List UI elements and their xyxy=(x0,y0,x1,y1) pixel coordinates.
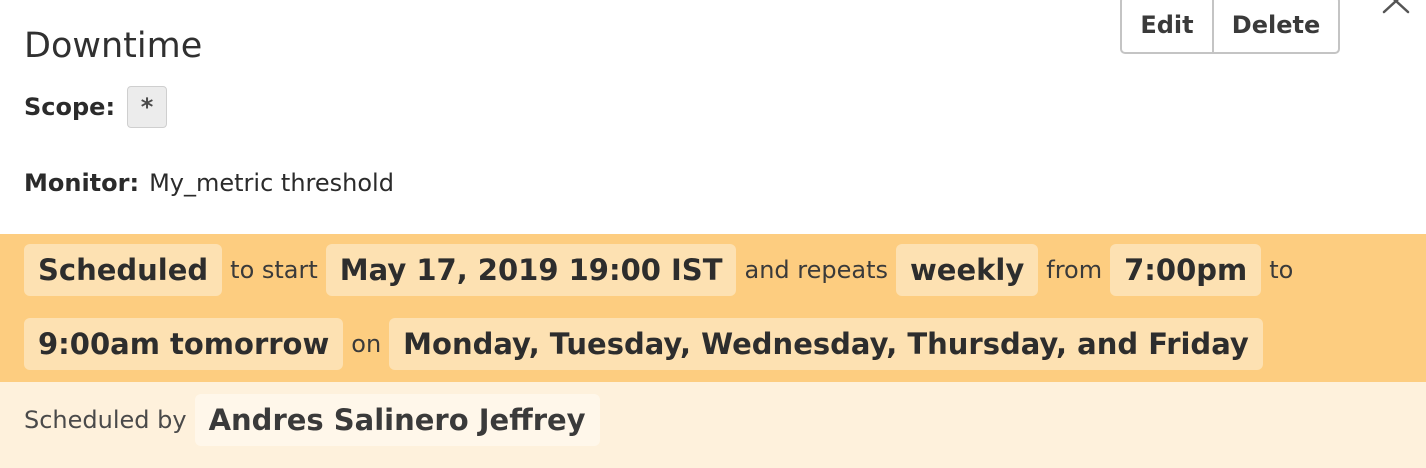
close-icon[interactable] xyxy=(1380,0,1412,14)
downtime-panel: Downtime Edit Delete Scope: * Monitor: M… xyxy=(0,0,1426,468)
delete-button[interactable]: Delete xyxy=(1214,0,1338,52)
edit-button[interactable]: Edit xyxy=(1122,0,1214,52)
schedule-line-2: 9:00am tomorrow on Monday, Tuesday, Wedn… xyxy=(24,318,1263,370)
scope-label: Scope: xyxy=(24,93,116,121)
scheduled-by-section: Scheduled by Andres Salinero Jeffrey xyxy=(0,382,1426,468)
schedule-connector-start: to start xyxy=(230,256,318,284)
start-datetime: May 17, 2019 19:00 IST xyxy=(325,244,737,296)
schedule-connector-on: on xyxy=(351,330,382,358)
scheduled-by-user: Andres Salinero Jeffrey xyxy=(194,394,600,446)
repeat-days: Monday, Tuesday, Wednesday, Thursday, an… xyxy=(389,318,1263,370)
action-button-group: Edit Delete xyxy=(1120,0,1340,54)
scope-row: Scope: * xyxy=(24,86,168,128)
scheduled-by-label: Scheduled by xyxy=(24,406,187,434)
scheduled-by-row: Scheduled by Andres Salinero Jeffrey xyxy=(24,394,600,446)
page-title: Downtime xyxy=(24,26,203,67)
schedule-connector-from: from xyxy=(1046,256,1103,284)
repeat-frequency: weekly xyxy=(896,244,1039,296)
schedule-connector-repeats: and repeats xyxy=(744,256,888,284)
from-time: 7:00pm xyxy=(1110,244,1262,296)
schedule-summary: Scheduled to start May 17, 2019 19:00 IS… xyxy=(0,234,1426,382)
schedule-line-1: Scheduled to start May 17, 2019 19:00 IS… xyxy=(24,244,1301,296)
status-badge: Scheduled xyxy=(24,244,223,296)
schedule-connector-to: to xyxy=(1269,256,1294,284)
monitor-row: Monitor: My_metric threshold xyxy=(24,166,394,200)
monitor-label: Monitor: xyxy=(24,169,140,197)
scope-tag: * xyxy=(127,86,168,128)
monitor-name: My_metric threshold xyxy=(149,169,394,197)
to-time: 9:00am tomorrow xyxy=(24,318,344,370)
